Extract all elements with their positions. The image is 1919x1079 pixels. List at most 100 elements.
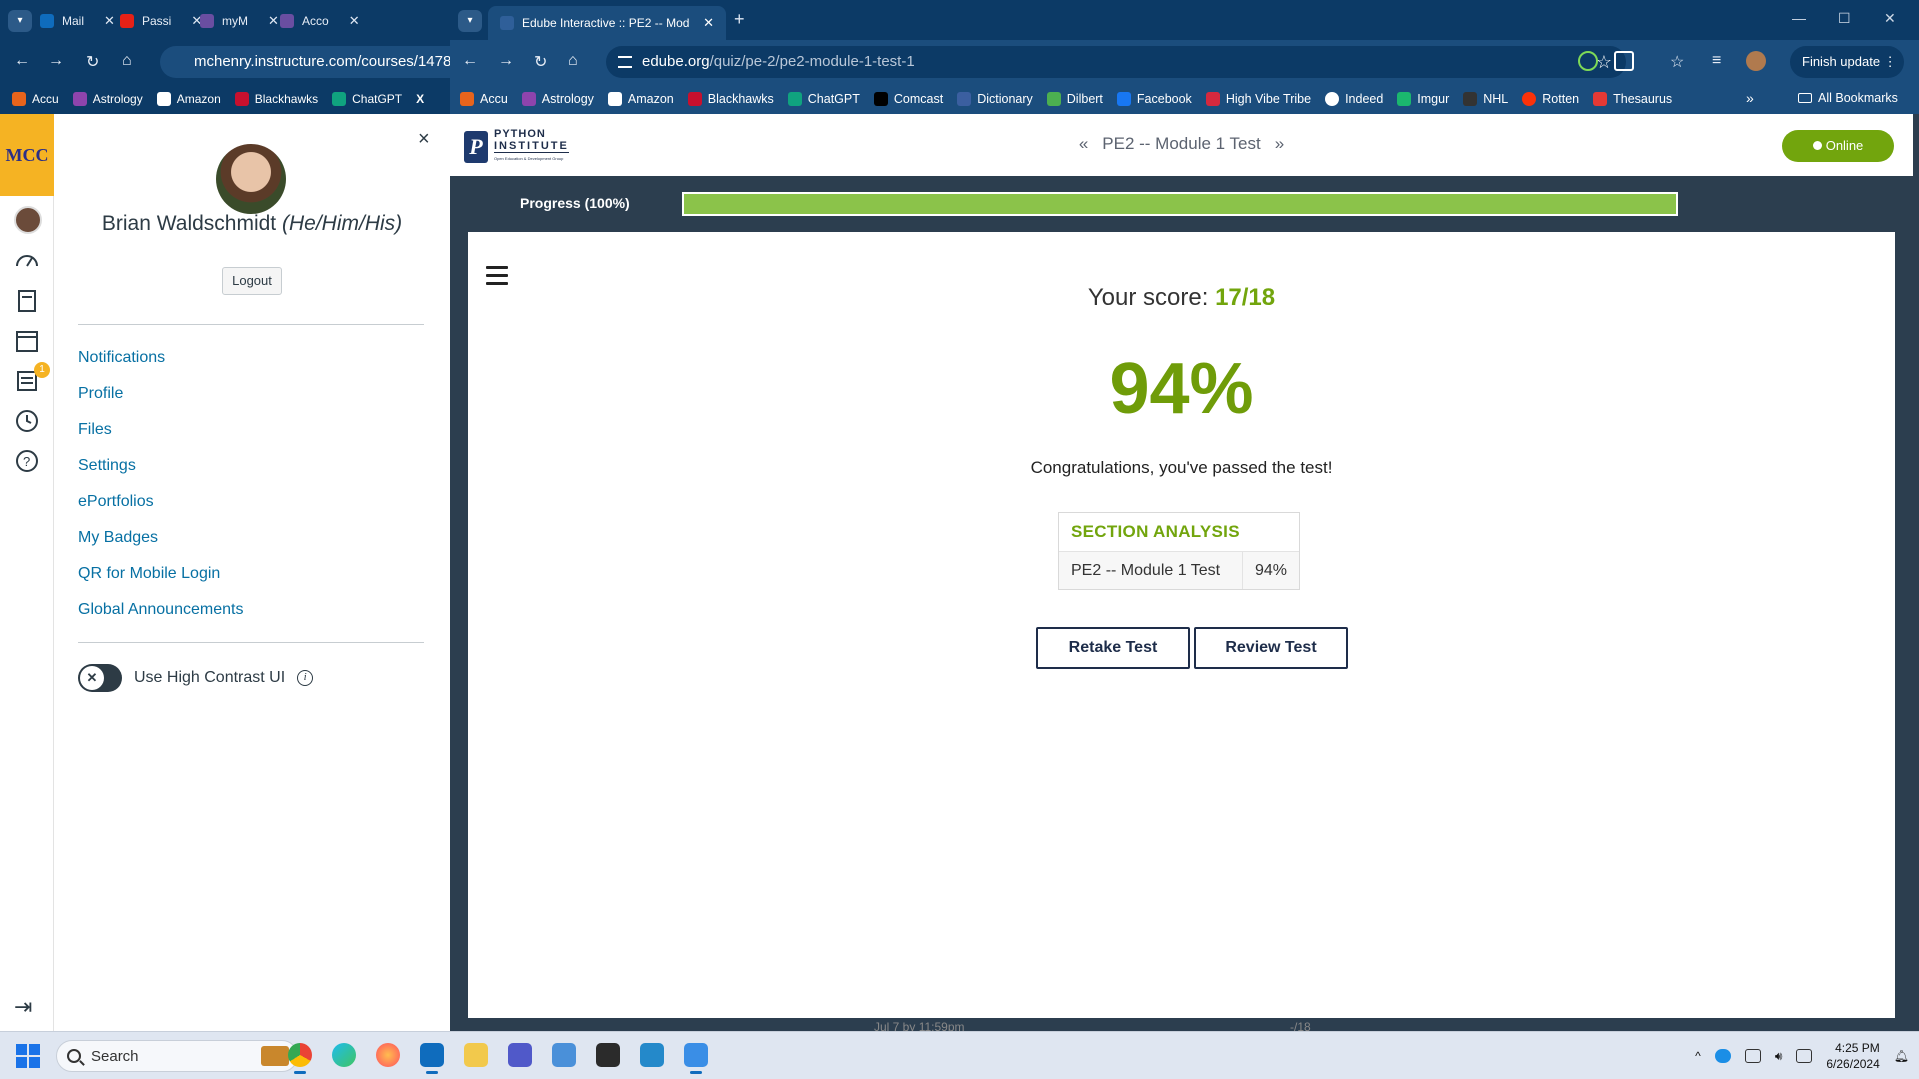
tab-account[interactable]: Acco ✕ (280, 8, 360, 34)
bookmark-star-icon[interactable]: ☆ (1596, 46, 1612, 78)
back-icon[interactable]: ← (462, 52, 478, 70)
active-tab[interactable]: Edube Interactive :: PE2 -- Mod ✕ (488, 6, 726, 40)
extensions-icon[interactable] (1614, 51, 1634, 71)
bookmark-accu[interactable]: Accu (12, 92, 59, 106)
bookmark-label: Blackhawks (254, 92, 319, 106)
address-bar[interactable]: mchenry.instructure.com/courses/147844 (160, 46, 460, 78)
link-notifications[interactable]: Notifications (78, 340, 243, 376)
bookmark-dictionary[interactable]: Dictionary (957, 92, 1033, 106)
more-bookmarks-icon[interactable]: » (1746, 90, 1754, 106)
windows-start-icon[interactable] (16, 1044, 40, 1068)
home-icon[interactable]: ⌂ (568, 52, 578, 70)
close-window-icon[interactable]: ✕ (1884, 10, 1896, 27)
calendar-icon[interactable] (14, 328, 40, 354)
dashboard-icon[interactable] (14, 248, 40, 274)
minimize-icon[interactable]: — (1792, 10, 1806, 26)
reload-icon[interactable]: ↻ (86, 52, 99, 72)
bookmark-astrology[interactable]: Astrology (72, 92, 143, 106)
bookmark-comcast[interactable]: Comcast (873, 92, 943, 106)
battery-icon[interactable] (1796, 1049, 1813, 1063)
finish-update-button[interactable]: Finish update ⋮ (1790, 46, 1904, 78)
prev-quiz-icon[interactable]: « (1079, 134, 1088, 153)
bookmark-facebook[interactable]: Facebook (1116, 92, 1192, 106)
bookmark-nhl[interactable]: NHL (1463, 92, 1508, 106)
outlook-app[interactable] (416, 1038, 448, 1074)
site-info-icon[interactable] (618, 56, 632, 68)
bookmark-astrology[interactable]: Astrology (521, 92, 594, 106)
file-explorer-app[interactable] (460, 1038, 492, 1072)
home-icon[interactable]: ⌂ (122, 52, 132, 70)
history-icon[interactable] (14, 408, 40, 434)
new-tab-button[interactable]: + (734, 9, 745, 30)
chevron-up-icon[interactable]: ^ (1695, 1049, 1701, 1063)
next-quiz-icon[interactable]: » (1275, 134, 1284, 153)
forward-icon[interactable]: → (498, 52, 514, 70)
bookmark-blackhawks[interactable]: Blackhawks (234, 92, 319, 106)
media-control-icon[interactable]: ≡ (1712, 52, 1721, 70)
bookmark-dilbert[interactable]: Dilbert (1046, 92, 1103, 106)
edge-app[interactable] (328, 1038, 360, 1072)
profile-avatar[interactable] (1746, 51, 1766, 71)
chrome-app[interactable] (284, 1038, 316, 1074)
courses-icon[interactable] (14, 288, 40, 314)
link-eportfolios[interactable]: ePortfolios (78, 484, 243, 520)
terminal-app[interactable] (592, 1038, 624, 1072)
retake-test-button[interactable]: Retake Test (1036, 627, 1190, 669)
snipping-tool-app[interactable] (680, 1038, 712, 1074)
close-tray-button[interactable]: × (418, 128, 430, 151)
high-contrast-toggle[interactable]: ✕ (78, 664, 122, 692)
notepad-app[interactable] (548, 1038, 580, 1072)
link-global-announcements[interactable]: Global Announcements (78, 592, 243, 628)
onedrive-icon[interactable] (1714, 1049, 1731, 1063)
all-bookmarks-button[interactable]: All Bookmarks (1798, 91, 1898, 105)
link-files[interactable]: Files (78, 412, 243, 448)
link-qr-mobile-login[interactable]: QR for Mobile Login (78, 556, 243, 592)
logout-button[interactable]: Logout (222, 267, 282, 295)
teams-app[interactable] (504, 1038, 536, 1072)
link-profile[interactable]: Profile (78, 376, 243, 412)
account-avatar[interactable] (14, 206, 42, 234)
vscode-app[interactable] (636, 1038, 668, 1072)
tab-mail[interactable]: Mail ✕ (40, 8, 115, 34)
info-icon[interactable]: i (297, 670, 314, 686)
bookmark-x[interactable]: X (416, 92, 424, 106)
bookmark-chatgpt[interactable]: ChatGPT (332, 92, 402, 106)
firefox-app[interactable] (372, 1038, 404, 1072)
collapse-nav-icon[interactable]: ⇥ (14, 994, 32, 1020)
bookmark-high-vibe-tribe[interactable]: High Vibe Tribe (1205, 92, 1311, 106)
network-icon[interactable] (1744, 1049, 1761, 1063)
notification-bell-icon[interactable]: 🔔︎ (1894, 1049, 1909, 1063)
tab-youtube[interactable]: Passi ✕ (120, 8, 202, 34)
bookmark-blackhawks[interactable]: Blackhawks (687, 92, 774, 106)
close-tab-icon[interactable]: ✕ (104, 13, 115, 29)
close-tab-icon[interactable]: ✕ (349, 13, 360, 29)
mcc-logo[interactable]: MCC (0, 114, 54, 196)
close-tab-icon[interactable]: ✕ (268, 13, 279, 29)
bookmark-amazon[interactable]: Amazon (607, 92, 674, 106)
bookmark-indeed[interactable]: Indeed (1325, 92, 1383, 106)
review-test-button[interactable]: Review Test (1194, 627, 1348, 669)
reload-icon[interactable]: ↻ (534, 52, 547, 72)
bookmark-accu[interactable]: Accu (460, 92, 508, 106)
tab-search-dropdown[interactable]: ▾ (458, 10, 482, 32)
taskbar-search[interactable]: Search (56, 1040, 298, 1072)
help-icon[interactable]: ? (14, 448, 40, 474)
bookmark-amazon[interactable]: Amazon (156, 92, 221, 106)
tab-search-dropdown[interactable]: ▾ (8, 10, 32, 32)
bookmark-imgur[interactable]: Imgur (1397, 92, 1449, 106)
favorites-icon[interactable]: ☆ (1670, 52, 1684, 72)
clock[interactable]: 4:25 PM 6/26/2024 (1826, 1040, 1879, 1072)
tab-mym[interactable]: myM ✕ (200, 8, 279, 34)
maximize-icon[interactable]: ☐ (1838, 10, 1851, 27)
volume-icon[interactable]: 🔊︎ (1775, 1049, 1783, 1064)
address-bar[interactable]: edube.org/quiz/pe-2/pe2-module-1-test-1 … (606, 46, 1626, 78)
link-settings[interactable]: Settings (78, 448, 243, 484)
grammarly-icon[interactable] (1578, 51, 1598, 71)
bookmark-thesaurus[interactable]: Thesaurus (1593, 92, 1672, 106)
link-my-badges[interactable]: My Badges (78, 520, 243, 556)
forward-icon[interactable]: → (48, 52, 64, 70)
back-icon[interactable]: ← (14, 52, 30, 70)
bookmark-chatgpt[interactable]: ChatGPT (787, 92, 860, 106)
bookmark-rotten[interactable]: Rotten (1522, 92, 1579, 106)
close-tab-icon[interactable]: ✕ (703, 15, 714, 31)
